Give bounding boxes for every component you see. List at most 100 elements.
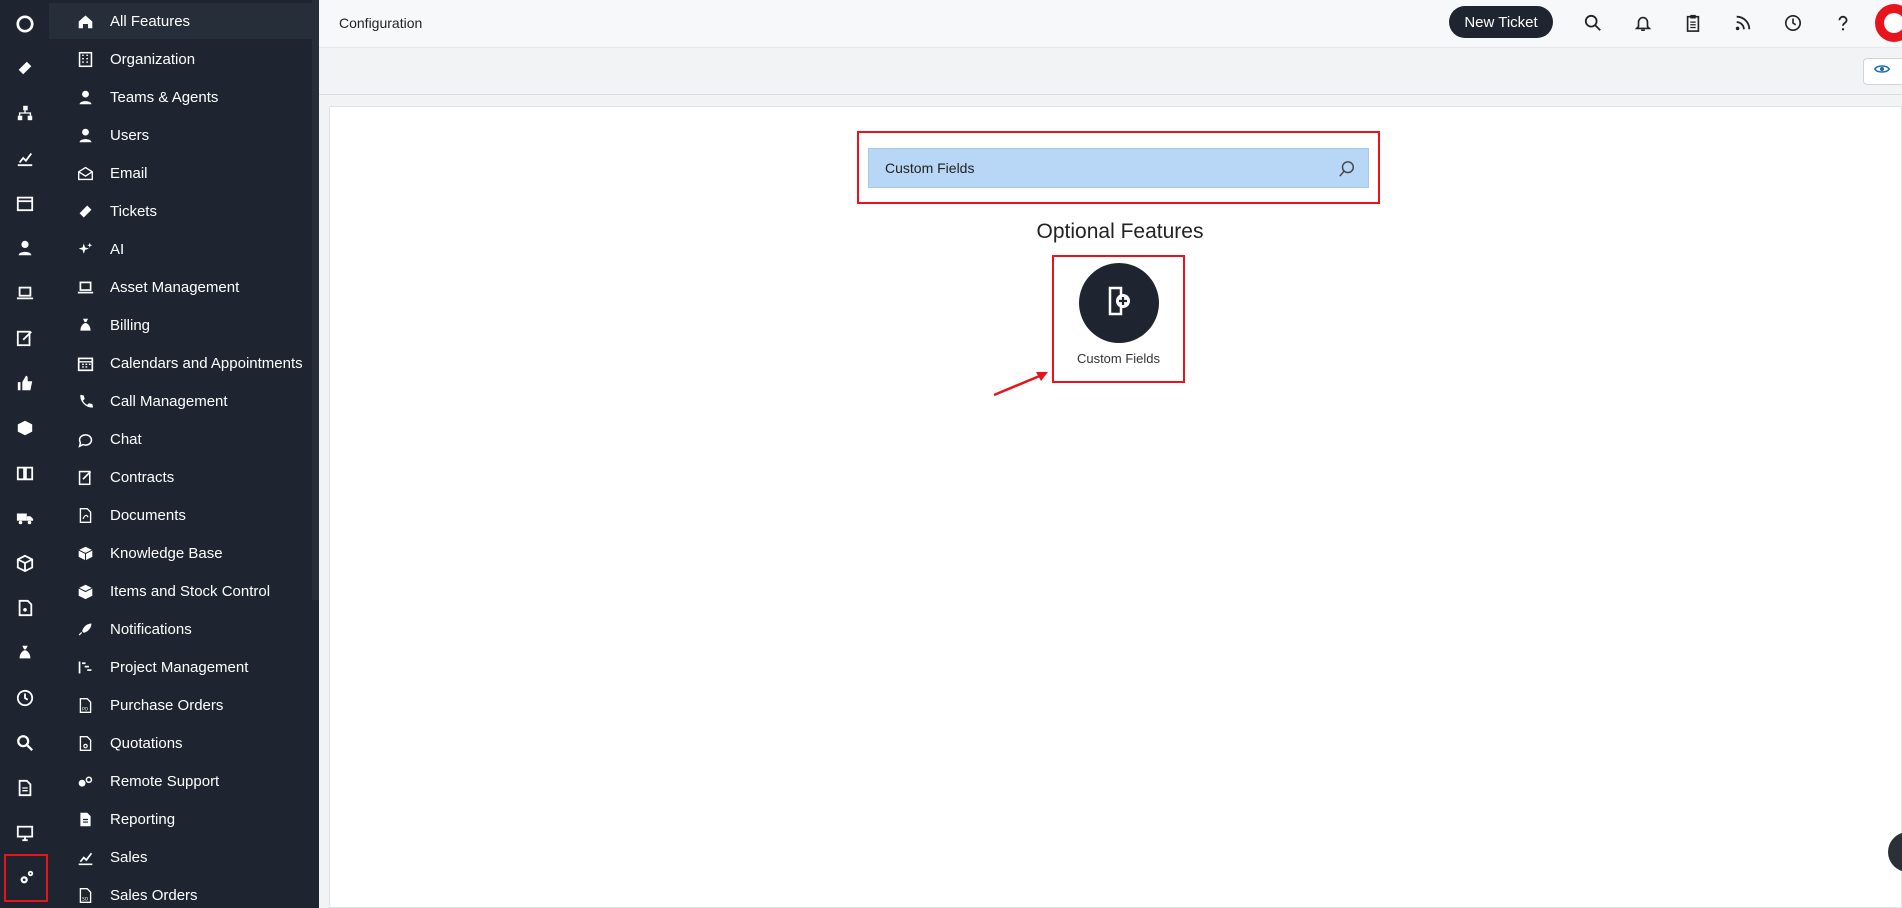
bell-icon[interactable] <box>1631 11 1655 35</box>
logo-icon[interactable] <box>0 6 49 42</box>
menu-item-purchase-orders[interactable]: PO Purchase Orders <box>49 687 312 723</box>
menu-item-label: Documents <box>110 506 186 524</box>
menu-item-users[interactable]: Users <box>49 117 312 153</box>
eye-icon <box>1873 61 1891 82</box>
menu-item-all-features[interactable]: All Features <box>49 3 312 39</box>
menu-item-documents[interactable]: Documents <box>49 497 312 533</box>
feature-label: Custom Fields <box>1076 351 1161 366</box>
menu-item-sales[interactable]: Sales <box>49 839 312 875</box>
sparkle-icon <box>75 239 95 259</box>
clock-icon[interactable] <box>0 680 49 716</box>
menu-item-label: Sales <box>110 848 148 866</box>
ticket-icon[interactable] <box>0 50 49 86</box>
remote-icon <box>75 771 95 791</box>
menu-item-contracts[interactable]: Contracts <box>49 459 312 495</box>
search-icon[interactable] <box>1581 11 1605 35</box>
menu-item-call-management[interactable]: Call Management <box>49 383 312 419</box>
menu-scrollbar[interactable] <box>312 0 319 600</box>
file-icon[interactable] <box>0 770 49 806</box>
search-input[interactable] <box>885 160 1325 176</box>
menu-item-tickets[interactable]: Tickets <box>49 193 312 229</box>
icon-rail <box>0 0 49 908</box>
page-title: Configuration <box>339 15 423 31</box>
gears-icon[interactable] <box>4 854 48 902</box>
menu-item-items-and-stock-control[interactable]: Items and Stock Control <box>49 573 312 609</box>
book-icon[interactable] <box>0 455 49 491</box>
menu-item-remote-support[interactable]: Remote Support <box>49 763 312 799</box>
rss-icon[interactable] <box>1731 11 1755 35</box>
sub-toolbar <box>319 48 1902 95</box>
package-icon[interactable] <box>0 545 49 581</box>
user-icon <box>75 87 95 107</box>
feature-card-custom-fields[interactable]: Custom Fields <box>1054 257 1183 381</box>
menu-item-organization[interactable]: Organization <box>49 41 312 77</box>
monitor-icon[interactable] <box>0 815 49 851</box>
menu-item-label: Contracts <box>110 468 175 486</box>
truck-icon[interactable] <box>0 500 49 536</box>
svg-text:SO: SO <box>82 896 89 902</box>
view-toggle-button[interactable] <box>1863 58 1902 85</box>
box-icon <box>75 543 95 563</box>
calendar-icon[interactable] <box>0 185 49 221</box>
menu-item-teams-agents[interactable]: Teams & Agents <box>49 79 312 115</box>
document-money-icon[interactable] <box>0 590 49 626</box>
menu-item-label: Remote Support <box>110 772 220 790</box>
edit-icon[interactable] <box>0 320 49 356</box>
menu-item-label: Items and Stock Control <box>110 582 271 600</box>
menu-item-ai[interactable]: AI <box>49 231 312 267</box>
menu-item-notifications[interactable]: Notifications <box>49 611 312 647</box>
user-icon <box>75 125 95 145</box>
pdf-icon <box>75 505 95 525</box>
top-bar: Configuration New Ticket <box>319 0 1902 48</box>
menu-item-chat[interactable]: Chat <box>49 421 312 457</box>
search-icon[interactable] <box>1338 160 1356 178</box>
laptop-icon <box>75 277 95 297</box>
phone-icon <box>75 391 95 411</box>
clock-icon[interactable] <box>1781 11 1805 35</box>
thumbs-up-icon[interactable] <box>0 365 49 401</box>
ticket-icon <box>75 201 95 221</box>
user-icon[interactable] <box>0 230 49 266</box>
menu-item-label: Knowledge Base <box>110 544 223 562</box>
po-document-icon: PO <box>75 695 95 715</box>
building-icon <box>75 49 95 69</box>
menu-item-label: Purchase Orders <box>110 696 224 714</box>
menu-item-label: Notifications <box>110 620 192 638</box>
laptop-icon[interactable] <box>0 275 49 311</box>
menu-item-project-management[interactable]: Project Management <box>49 649 312 685</box>
box-icon[interactable] <box>0 410 49 446</box>
menu-item-label: Reporting <box>110 810 176 828</box>
feature-icon-circle[interactable] <box>1078 263 1159 343</box>
chart-icon[interactable] <box>0 140 49 176</box>
home-icon <box>75 11 95 31</box>
clipboard-icon[interactable] <box>1681 11 1705 35</box>
menu-item-label: Chat <box>110 430 142 448</box>
menu-item-billing[interactable]: Billing <box>49 307 312 343</box>
menu-item-label: Tickets <box>110 202 157 220</box>
quote-document-icon <box>75 733 95 753</box>
new-ticket-button[interactable]: New Ticket <box>1449 6 1553 38</box>
menu-item-label: All Features <box>110 12 191 30</box>
menu-item-quotations[interactable]: Quotations <box>49 725 312 761</box>
menu-item-reporting[interactable]: Reporting <box>49 801 312 837</box>
menu-item-label: Asset Management <box>110 278 240 296</box>
menu-item-email[interactable]: Email <box>49 155 312 191</box>
search-icon[interactable] <box>0 725 49 761</box>
chart-icon <box>75 847 95 867</box>
menu-item-label: Sales Orders <box>110 886 198 904</box>
menu-item-label: Project Management <box>110 658 249 676</box>
menu-item-sales-orders[interactable]: SO Sales Orders <box>49 877 312 908</box>
menu-item-calendars-and-appointments[interactable]: Calendars and Appointments <box>49 345 312 381</box>
menu-item-knowledge-base[interactable]: Knowledge Base <box>49 535 312 571</box>
svg-text:PO: PO <box>82 706 89 712</box>
help-icon[interactable] <box>1831 11 1855 35</box>
package-icon <box>75 581 95 601</box>
hierarchy-icon[interactable] <box>0 95 49 131</box>
menu-item-asset-management[interactable]: Asset Management <box>49 269 312 305</box>
feature-search-box[interactable] <box>868 148 1369 188</box>
money-bag-icon[interactable] <box>0 635 49 671</box>
menu-item-label: Quotations <box>110 734 183 752</box>
feature-menu: All Features Organization Teams & Agents Us… <box>49 0 319 908</box>
calendar-icon <box>75 353 95 373</box>
avatar[interactable] <box>1875 4 1902 42</box>
